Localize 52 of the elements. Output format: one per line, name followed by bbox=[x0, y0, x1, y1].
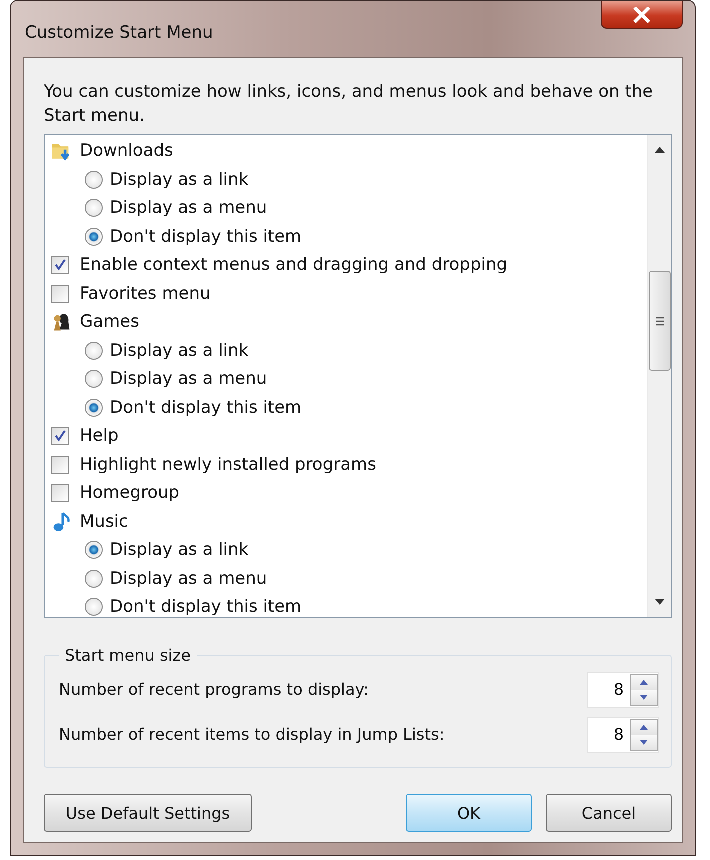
checkbox-option[interactable]: Highlight newly installed programs bbox=[51, 450, 647, 479]
scroll-up-icon[interactable] bbox=[654, 147, 664, 153]
radio-button[interactable] bbox=[85, 199, 103, 218]
scroll-down-icon[interactable] bbox=[654, 599, 664, 605]
radio-option[interactable]: Display as a menu bbox=[51, 564, 647, 593]
radio-option[interactable]: Display as a menu bbox=[51, 194, 647, 222]
checkbox[interactable] bbox=[51, 484, 69, 502]
scrollbar[interactable] bbox=[647, 135, 671, 617]
radio-button[interactable] bbox=[85, 342, 103, 360]
close-icon bbox=[633, 6, 651, 22]
number-spinner[interactable]: 8 bbox=[587, 672, 659, 708]
close-button[interactable] bbox=[601, 1, 683, 29]
checkbox[interactable] bbox=[51, 284, 69, 303]
radio-button[interactable] bbox=[85, 170, 103, 189]
checkbox-option[interactable]: Homegroup bbox=[51, 479, 647, 508]
radio-option[interactable]: Display as a link bbox=[51, 166, 647, 194]
radio-option[interactable]: Display as a link bbox=[51, 536, 647, 564]
radio-button[interactable] bbox=[85, 570, 103, 588]
checkbox-option[interactable]: Enable context menus and dragging and dropping bbox=[51, 251, 647, 280]
ok-button[interactable]: OK bbox=[406, 794, 532, 832]
radio-button[interactable] bbox=[85, 228, 103, 246]
scroll-thumb[interactable] bbox=[648, 271, 670, 371]
description-text: You can customize how links, icons, and menus look and behave on the Start menu. bbox=[44, 81, 654, 128]
radio-option[interactable]: Display as a link bbox=[51, 336, 647, 365]
window-title: Customize Start Menu bbox=[25, 23, 214, 43]
number-spinner[interactable]: 8 bbox=[587, 716, 659, 752]
group-title: Start menu size bbox=[64, 646, 192, 665]
category-label: Downloads bbox=[80, 141, 174, 162]
spin-up-icon[interactable] bbox=[631, 674, 657, 690]
checkbox[interactable] bbox=[51, 427, 69, 446]
radio-option[interactable]: Don't display this item bbox=[51, 222, 647, 251]
spin-up-icon[interactable] bbox=[631, 720, 657, 734]
music-note-icon bbox=[51, 510, 73, 533]
spin-down-icon[interactable] bbox=[631, 734, 657, 750]
spin-down-icon[interactable] bbox=[631, 690, 657, 704]
radio-button[interactable] bbox=[85, 398, 103, 417]
radio-option[interactable]: Display as a menu bbox=[51, 365, 647, 394]
radio-option[interactable]: Don't display this item bbox=[51, 394, 647, 422]
radio-button[interactable] bbox=[85, 598, 103, 616]
checkbox-option[interactable]: Help bbox=[51, 422, 647, 450]
spinner-label: Number of recent items to display in Jump Lists: bbox=[59, 725, 445, 744]
radio-option[interactable]: Don't display this item bbox=[51, 593, 647, 617]
default-settings-button[interactable]: Use Default Settings bbox=[44, 794, 252, 832]
checkbox-option[interactable]: Favorites menu bbox=[51, 280, 647, 308]
category-label: Music bbox=[80, 512, 128, 532]
checkbox[interactable] bbox=[51, 456, 69, 474]
cancel-button[interactable]: Cancel bbox=[546, 794, 672, 832]
spinner-label: Number of recent programs to display: bbox=[59, 680, 369, 699]
radio-button[interactable] bbox=[85, 541, 103, 560]
radio-button[interactable] bbox=[85, 370, 103, 388]
category-label: Games bbox=[80, 312, 140, 332]
checkbox[interactable] bbox=[51, 256, 69, 274]
